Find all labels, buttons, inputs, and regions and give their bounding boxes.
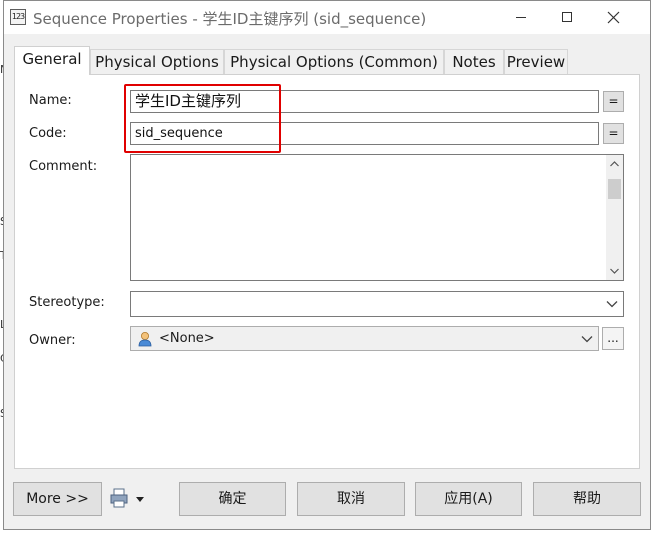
owner-browse-button[interactable]: ... xyxy=(602,327,624,350)
tab-notes[interactable]: Notes xyxy=(444,49,504,74)
comment-label: Comment: xyxy=(29,159,98,174)
tab-physical-options-common[interactable]: Physical Options (Common) xyxy=(224,49,444,74)
owner-label: Owner: xyxy=(29,333,76,348)
user-icon xyxy=(137,331,153,347)
chevron-down-icon xyxy=(581,328,593,350)
stereotype-label: Stereotype: xyxy=(29,295,105,310)
apply-button[interactable]: 应用(A) xyxy=(415,482,522,516)
tab-physical-options[interactable]: Physical Options xyxy=(90,49,224,74)
comment-scrollbar[interactable] xyxy=(606,155,623,280)
maximize-button[interactable] xyxy=(544,1,590,34)
name-field[interactable]: 学生ID主键序列 xyxy=(130,90,599,113)
help-button[interactable]: 帮助 xyxy=(533,482,641,516)
more-button[interactable]: More >> xyxy=(13,482,102,516)
code-sync-button[interactable]: = xyxy=(603,123,624,144)
code-label: Code: xyxy=(29,126,67,141)
code-field[interactable]: sid_sequence xyxy=(130,122,599,145)
printer-icon xyxy=(110,488,144,508)
tab-preview[interactable]: Preview xyxy=(504,49,568,74)
close-button[interactable] xyxy=(590,1,636,34)
scroll-thumb[interactable] xyxy=(608,179,621,199)
print-button[interactable] xyxy=(109,486,155,512)
scroll-up-icon[interactable] xyxy=(606,155,623,172)
comment-textarea[interactable] xyxy=(130,154,624,281)
stereotype-select[interactable] xyxy=(130,291,624,317)
ok-button[interactable]: 确定 xyxy=(179,482,286,516)
tab-general[interactable]: General xyxy=(14,46,90,75)
window-title: Sequence Properties - 学生ID主键序列 (sid_sequ… xyxy=(33,10,427,28)
owner-value: <None> xyxy=(159,331,215,346)
close-icon xyxy=(607,11,620,24)
name-code-sync-button[interactable]: = xyxy=(603,91,624,112)
scroll-down-icon[interactable] xyxy=(606,263,623,280)
name-label: Name: xyxy=(29,93,72,108)
chevron-down-icon xyxy=(606,293,618,315)
title-bar[interactable]: 123 Sequence Properties - 学生ID主键序列 (sid_… xyxy=(4,1,650,34)
minimize-button[interactable] xyxy=(498,1,544,34)
sequence-app-icon: 123 xyxy=(10,9,26,25)
cancel-button[interactable]: 取消 xyxy=(297,482,405,516)
owner-select[interactable]: <None> xyxy=(130,326,599,351)
